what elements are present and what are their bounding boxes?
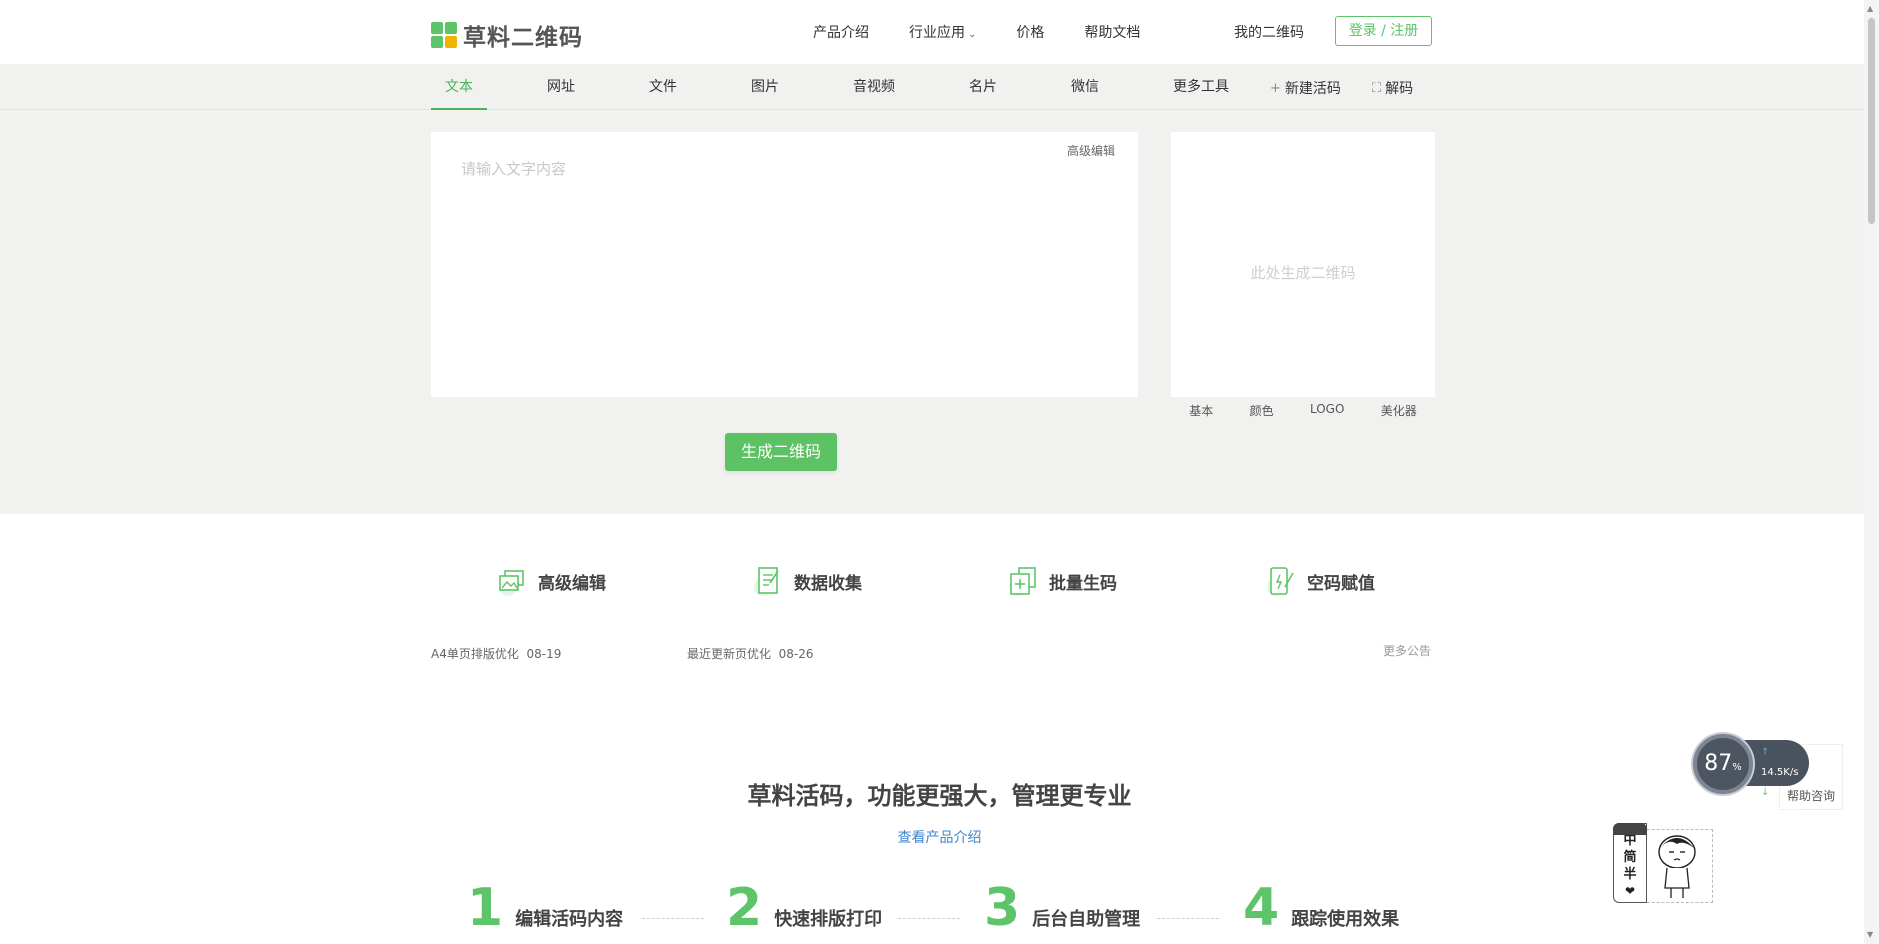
mascot-icon: [1658, 835, 1696, 898]
top-header: 草料二维码 产品介绍 行业应用 ⌄ 价格 帮助文档 我的二维码 登录 / 注册: [0, 0, 1879, 64]
step-label: 跟踪使用效果: [1291, 909, 1400, 930]
qr-tab-beautifier[interactable]: 美化器: [1381, 402, 1417, 419]
nav-product-intro[interactable]: 产品介绍: [813, 22, 869, 42]
step-number: 2: [726, 878, 763, 938]
step-label: 编辑活码内容: [515, 909, 624, 930]
text-content-input[interactable]: [431, 132, 1138, 397]
step-item: 3 后台自助管理: [984, 882, 1140, 934]
step-label: 后台自助管理: [1032, 909, 1141, 930]
feature-label: 批量生码: [1049, 573, 1117, 594]
upload-arrow-icon: ↑: [1761, 747, 1770, 758]
scroll-down-arrow-icon[interactable]: ▼: [1867, 930, 1873, 939]
notice-item[interactable]: 最近更新页优化 08-26: [687, 645, 814, 662]
tab-audio-video[interactable]: 音视频: [839, 64, 909, 110]
chevron-down-icon: ⌄: [968, 29, 977, 40]
product-intro-link[interactable]: 查看产品介绍: [0, 827, 1879, 847]
feature-label: 数据收集: [794, 573, 862, 594]
my-codes-link[interactable]: 我的二维码: [1234, 22, 1304, 42]
feature-label: 空码赋值: [1307, 573, 1375, 594]
page-scrollbar[interactable]: ▲ ▼: [1864, 0, 1879, 944]
scroll-thumb[interactable]: [1868, 18, 1875, 224]
step-divider: [1157, 918, 1219, 919]
speed-gauge: 87%: [1693, 734, 1753, 794]
editor-zone: 高级编辑 此处生成二维码 基本 颜色 LOGO 美化器 生成二维码: [0, 110, 1879, 514]
qr-tab-logo[interactable]: LOGO: [1310, 402, 1344, 419]
login-register-button[interactable]: 登录 / 注册: [1335, 16, 1432, 46]
main-nav: 产品介绍 行业应用 ⌄ 价格 帮助文档: [813, 22, 1180, 42]
step-number: 1: [467, 878, 504, 938]
step-divider: [642, 918, 704, 919]
qr-placeholder-text: 此处生成二维码: [1250, 264, 1356, 282]
upload-speed: 14.5K/s: [1761, 767, 1799, 778]
nav-help-docs[interactable]: 帮助文档: [1084, 22, 1140, 42]
feature-label: 高级编辑: [538, 573, 606, 594]
ime-status-widget[interactable]: 中 简 半 ❤: [1613, 823, 1715, 903]
tab-file[interactable]: 文件: [635, 64, 691, 110]
download-speed: 68.5K/s: [1761, 807, 1799, 818]
ime-mode-half-width[interactable]: 半: [1614, 866, 1646, 883]
logo-text: 草料二维码: [463, 25, 583, 51]
form-edit-icon: [754, 567, 779, 596]
tab-wechat[interactable]: 微信: [1057, 64, 1113, 110]
step-number: 3: [984, 878, 1021, 938]
generate-qr-button[interactable]: 生成二维码: [725, 433, 837, 471]
decode-label: 解码: [1385, 81, 1414, 97]
notice-item[interactable]: A4单页排版优化 08-19: [431, 645, 561, 662]
step-item: 2 快速排版打印: [726, 882, 882, 934]
page: 草料二维码 产品介绍 行业应用 ⌄ 价格 帮助文档 我的二维码 登录 / 注册 文…: [0, 0, 1879, 944]
new-dynamic-code-label: 新建活码: [1284, 81, 1341, 97]
tab-text[interactable]: 文本: [431, 64, 487, 110]
step-label: 快速排版打印: [774, 909, 883, 930]
speed-percent: 87: [1704, 751, 1733, 776]
phone-assign-icon: [1267, 567, 1294, 596]
feature-batch-generate[interactable]: 批量生码: [1007, 565, 1117, 597]
feature-data-collection[interactable]: 数据收集: [752, 565, 862, 597]
new-dynamic-code-link[interactable]: + 新建活码: [1270, 78, 1341, 98]
notice-date: 08-26: [778, 647, 814, 661]
tab-image[interactable]: 图片: [737, 64, 793, 110]
notice-title: A4单页排版优化: [431, 647, 519, 661]
scroll-up-arrow-icon[interactable]: ▲: [1867, 4, 1873, 13]
tab-business-card[interactable]: 名片: [955, 64, 1011, 110]
notice-title: 最近更新页优化: [687, 647, 772, 661]
step-item: 4 跟踪使用效果: [1243, 882, 1399, 934]
feature-advanced-edit[interactable]: 高级编辑: [496, 565, 606, 597]
scan-icon: ⛶: [1372, 80, 1382, 96]
more-notices-link[interactable]: 更多公告: [1383, 642, 1431, 659]
ime-mascot: [1647, 829, 1713, 903]
tool-tabs: 文本 网址 文件 图片 音视频 名片 微信 更多工具: [431, 64, 1289, 110]
advanced-edit-link[interactable]: 高级编辑: [1067, 142, 1115, 159]
promo-title: 草料活码，功能更强大，管理更专业: [747, 782, 1132, 810]
tab-more-tools[interactable]: 更多工具: [1159, 64, 1243, 110]
step-number: 4: [1243, 878, 1280, 938]
batch-add-icon: [1009, 567, 1036, 596]
qr-tab-color[interactable]: 颜色: [1250, 402, 1274, 419]
step-item: 1 编辑活码内容: [467, 882, 623, 934]
nav-industry[interactable]: 行业应用 ⌄: [909, 22, 976, 42]
ime-mode-simplified[interactable]: 简: [1614, 849, 1646, 866]
nav-industry-label: 行业应用: [909, 25, 965, 41]
heart-icon: ❤: [1624, 884, 1636, 898]
plus-icon: +: [1270, 80, 1281, 96]
ime-bar-top: [1613, 823, 1647, 835]
network-speed-widget[interactable]: ↑ 14.5K/s ↓ 68.5K/s 87%: [1693, 734, 1813, 818]
percent-unit: %: [1732, 762, 1742, 773]
qr-tab-basic[interactable]: 基本: [1189, 402, 1213, 419]
download-arrow-icon: ↓: [1761, 787, 1770, 798]
image-edit-icon: [499, 570, 524, 596]
qr-style-tabs: 基本 颜色 LOGO 美化器: [1171, 402, 1435, 419]
feature-assign-empty-code[interactable]: 空码赋值: [1265, 565, 1375, 597]
tool-tab-bar: 文本 网址 文件 图片 音视频 名片 微信 更多工具 + 新建活码 ⛶ 解码: [0, 64, 1879, 110]
logo-icon: [431, 22, 457, 48]
tab-url[interactable]: 网址: [533, 64, 589, 110]
decode-link[interactable]: ⛶ 解码: [1372, 78, 1413, 98]
logo[interactable]: 草料二维码: [431, 18, 583, 52]
steps-row: 1 编辑活码内容 2 快速排版打印 3 后台自助管理 4 跟踪使用效果: [0, 882, 1879, 944]
text-editor: [431, 132, 1138, 397]
qr-preview: 此处生成二维码: [1171, 132, 1435, 397]
notice-date: 08-19: [526, 647, 562, 661]
ime-toolbar: 中 简 半 ❤: [1613, 823, 1647, 903]
step-divider: [898, 918, 960, 919]
nav-pricing[interactable]: 价格: [1016, 22, 1044, 42]
